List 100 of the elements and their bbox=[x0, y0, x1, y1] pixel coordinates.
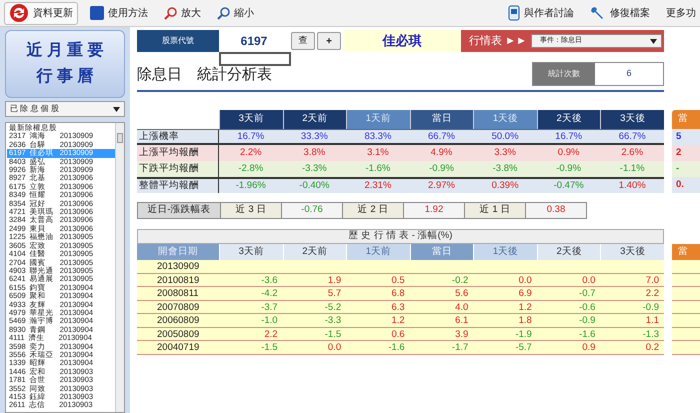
table-cell-text: -1.5 bbox=[260, 341, 279, 355]
period-label: 近 3 日 bbox=[220, 203, 281, 218]
table-cell-text: 3.3% bbox=[493, 146, 517, 160]
table-cell-text: 33.3% bbox=[300, 130, 329, 144]
history-title: 歷 史 行 情 表 - 漲幅(%) bbox=[137, 229, 664, 244]
toolbar-button[interactable]: 資料更新 bbox=[4, 2, 78, 24]
table-cell-text: 1.40% bbox=[618, 179, 647, 193]
period-value: 0.38 bbox=[525, 203, 586, 218]
table-cell-text: 3.1% bbox=[366, 146, 390, 160]
column-header: 2天後 bbox=[536, 110, 600, 129]
table-cell-text: 5 bbox=[676, 130, 682, 144]
table-cell-text: 0.0 bbox=[581, 274, 596, 288]
table-cell-text: 83.3% bbox=[363, 130, 392, 144]
quote-label: 行情表 ►► bbox=[469, 34, 527, 49]
table-cell-text: 4.0 bbox=[454, 300, 470, 314]
dropdown-arrow-icon bbox=[113, 106, 120, 112]
table-cell-text: -0.9 bbox=[578, 314, 596, 328]
toolbar-button[interactable]: 放大 bbox=[160, 2, 205, 24]
empty-cell bbox=[672, 287, 700, 300]
table-cell-text: 0.9 bbox=[581, 341, 596, 355]
empty-cell bbox=[672, 314, 700, 328]
table-cell-text: 50.0% bbox=[490, 130, 520, 144]
table-cell-text: -1.96% bbox=[234, 179, 267, 193]
table-cell-text: -5.2 bbox=[324, 300, 342, 314]
table-cell-text: 0.0 bbox=[326, 341, 342, 355]
toolbar-button[interactable]: 更多功 bbox=[662, 2, 700, 24]
table-cell-text: -0.6 bbox=[578, 300, 596, 314]
period-label: 近 2 日 bbox=[342, 203, 403, 218]
table-cell-text: 2 bbox=[676, 146, 682, 160]
date-cell-text: 20060809 bbox=[156, 314, 200, 328]
table-cell-text: -1.1% bbox=[618, 162, 646, 176]
table-cell-text: 6.8 bbox=[390, 287, 406, 301]
period-label: 近 1 日 bbox=[464, 203, 525, 218]
table-cell-text: 2.6% bbox=[620, 146, 644, 160]
table-cell-text: -1.5 bbox=[324, 328, 342, 342]
add-button[interactable]: + bbox=[317, 32, 341, 50]
filter-dropdown[interactable]: 已 除 息 個 股 bbox=[5, 101, 125, 117]
column-header: 開會日期 bbox=[137, 244, 219, 260]
table-cell-text: 2.97% bbox=[427, 179, 456, 193]
table-cell-text: -2.8% bbox=[237, 162, 264, 176]
column-header: 3天前 bbox=[219, 244, 283, 260]
period-value: 1.92 bbox=[403, 203, 464, 218]
page-title: 除息日 統計分析表 bbox=[137, 64, 272, 84]
count-label: 統計次數 bbox=[533, 63, 595, 85]
table-cell-text: 5.6 bbox=[454, 287, 470, 301]
date-cell-text: 20070809 bbox=[156, 300, 200, 314]
table-cell-text: -0.9 bbox=[642, 300, 660, 314]
table-cell-text: -0.7 bbox=[578, 287, 596, 301]
table-cell-text: 1.2 bbox=[518, 300, 533, 314]
empty-cell bbox=[672, 274, 700, 287]
empty-cell bbox=[672, 328, 700, 341]
table-cell-text: -3.6 bbox=[260, 274, 279, 288]
table-cell-text: 0. bbox=[676, 178, 684, 192]
column-header: 2天後 bbox=[536, 244, 600, 260]
date-cell-text: 20050809 bbox=[156, 328, 200, 342]
table-cell-text: 2.2 bbox=[263, 328, 279, 342]
table-cell-text: -0.9% bbox=[555, 162, 582, 176]
table-cell-text: 1.1 bbox=[644, 314, 660, 328]
toolbar-button[interactable]: 與作者討論 bbox=[504, 2, 578, 24]
table-cell-text: 5.7 bbox=[326, 287, 342, 301]
column-header: 1天前 bbox=[346, 244, 410, 260]
column-header: 1天後 bbox=[473, 244, 537, 260]
column-header: 1天前 bbox=[346, 110, 410, 129]
table-cell-text: -3.3 bbox=[324, 314, 342, 328]
column-header: 當 bbox=[672, 110, 700, 129]
date-cell-text: 20100819 bbox=[156, 274, 200, 288]
table-cell-text: 0.0 bbox=[518, 274, 533, 288]
empty-cell bbox=[672, 300, 700, 314]
table-cell-text: 0.9% bbox=[556, 146, 580, 160]
stock-code-label: 股票代號 bbox=[137, 30, 219, 52]
toolbar-button[interactable]: 使用方法 bbox=[86, 2, 152, 24]
zoom-in-icon bbox=[164, 6, 177, 20]
table-cell-text: 0.39% bbox=[490, 179, 520, 193]
toolbar-button[interactable]: 縮小 bbox=[213, 2, 258, 24]
search-button[interactable]: 查 bbox=[291, 32, 315, 50]
toolbar-button[interactable]: 修復檔案 bbox=[586, 2, 654, 24]
table-cell-text: 0.5 bbox=[390, 274, 406, 288]
table-cell-text: -1.7 bbox=[450, 341, 470, 355]
table-cell-text: -1.9 bbox=[514, 328, 533, 342]
column-header: 2天前 bbox=[282, 244, 346, 260]
column-header: 當日 bbox=[410, 110, 474, 129]
table-cell-text: 1.8 bbox=[518, 314, 533, 328]
table-cell-text: 3.9 bbox=[454, 328, 470, 342]
tablet-icon bbox=[508, 5, 520, 21]
empty-cell bbox=[672, 341, 700, 354]
title-line: 行 事 曆 bbox=[36, 66, 94, 87]
wrench-icon bbox=[590, 5, 606, 21]
table-cell-text: -1.6 bbox=[578, 328, 596, 342]
table-cell-text: 0.6 bbox=[390, 328, 406, 342]
column-header: 當日 bbox=[410, 244, 474, 260]
column-header: 3天前 bbox=[219, 110, 283, 129]
table-cell-text: 4.9% bbox=[430, 146, 454, 160]
table-cell-text: 6.1 bbox=[454, 314, 470, 328]
table-cell-text: 2.2 bbox=[644, 287, 660, 301]
stock-name: 佳必琪 bbox=[343, 30, 461, 52]
row-label: 上漲機率 bbox=[137, 130, 219, 144]
table-cell-text: 2.31% bbox=[363, 179, 392, 193]
table-cell-text: -1.6 bbox=[387, 341, 406, 355]
table-cell-text: -3.8% bbox=[492, 162, 518, 176]
table-cell-text: 2.2% bbox=[238, 146, 263, 160]
